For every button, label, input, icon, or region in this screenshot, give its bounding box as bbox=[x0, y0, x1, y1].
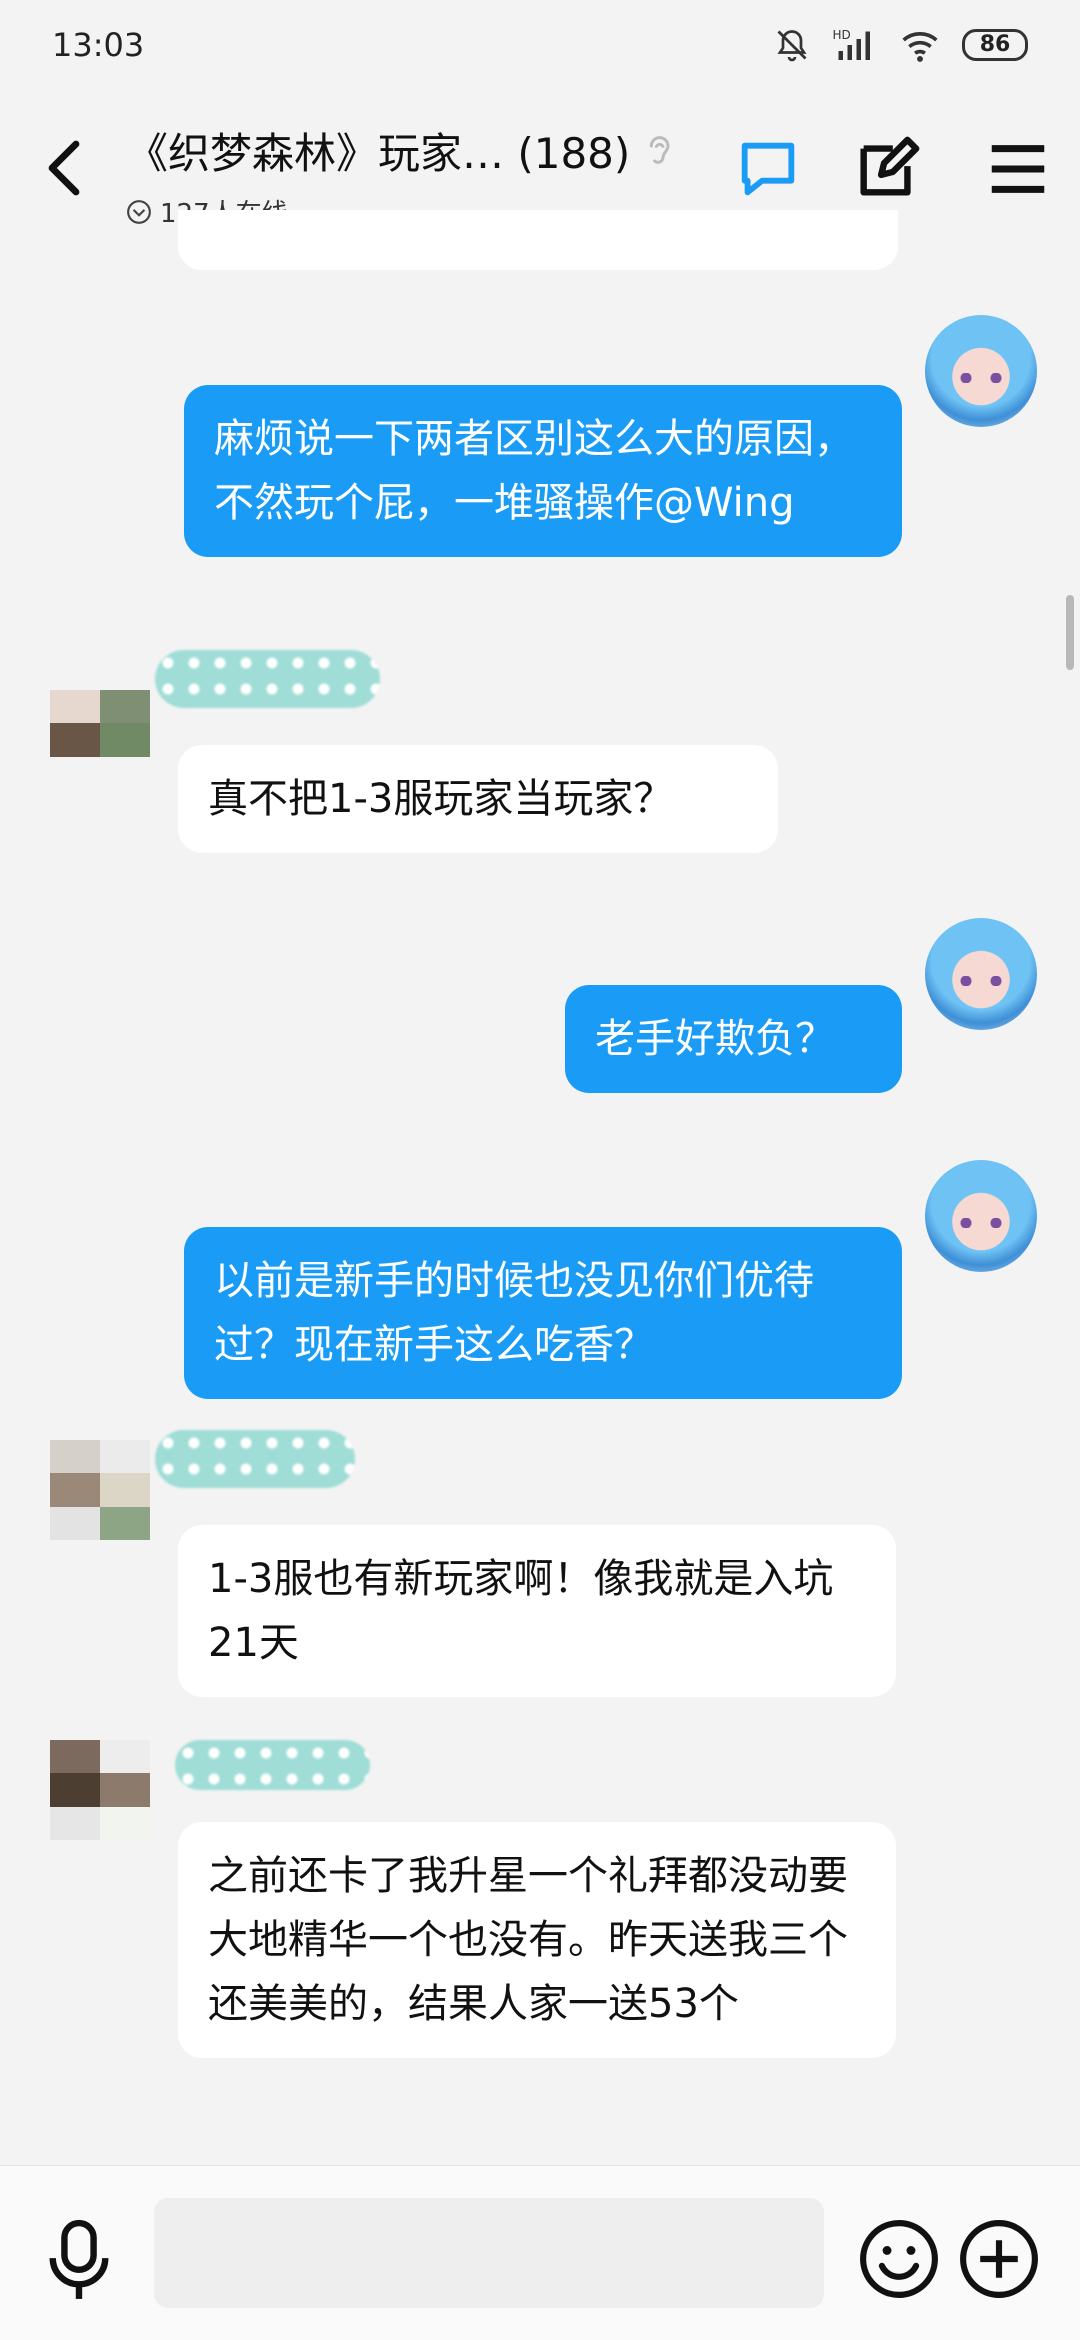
message-bubble[interactable]: 之前还卡了我升星一个礼拜都没动要大地精华一个也没有。昨天送我三个还美美的，结果人… bbox=[178, 1822, 896, 2058]
back-arrow-icon[interactable] bbox=[40, 138, 88, 198]
microphone-icon[interactable] bbox=[44, 2216, 114, 2306]
message-bubble[interactable]: 真不把1-3服玩家当玩家？ bbox=[178, 745, 778, 853]
user-nickname[interactable] bbox=[155, 650, 380, 708]
emoji-icon[interactable] bbox=[858, 2218, 940, 2300]
user-nickname[interactable] bbox=[155, 1430, 355, 1488]
scrollbar[interactable] bbox=[1066, 595, 1074, 670]
ear-icon[interactable] bbox=[638, 131, 678, 171]
online-dropdown-icon bbox=[127, 199, 151, 224]
menu-icon[interactable] bbox=[983, 134, 1053, 204]
status-time: 13:03 bbox=[52, 26, 145, 64]
status-bar: 13:03 HD 86 bbox=[0, 0, 1080, 90]
input-bar bbox=[0, 2165, 1080, 2340]
plus-icon[interactable] bbox=[958, 2218, 1040, 2300]
group-title: 《织梦森林》玩家… (188) bbox=[126, 129, 631, 178]
message-feed[interactable]: 麻烦说一下两者区别这么大的原因，不然玩个屁，一堆骚操作@Wing 真不把1-3服… bbox=[0, 210, 1080, 2165]
user-avatar[interactable] bbox=[50, 690, 150, 790]
user-nickname[interactable] bbox=[175, 1740, 370, 1790]
status-icons: HD 86 bbox=[774, 27, 1028, 63]
message-bubble[interactable]: 麻烦说一下两者区别这么大的原因，不然玩个屁，一堆骚操作@Wing bbox=[184, 385, 902, 557]
message-bubble[interactable]: 以前是新手的时候也没见你们优待过？现在新手这么吃香？ bbox=[184, 1227, 902, 1399]
message-input[interactable] bbox=[154, 2198, 824, 2308]
my-avatar[interactable] bbox=[925, 315, 1037, 427]
wifi-icon bbox=[902, 32, 938, 62]
chat-bubble-icon[interactable] bbox=[733, 134, 803, 204]
user-avatar[interactable] bbox=[50, 1740, 150, 1840]
message-bubble[interactable]: 老手好欺负？ bbox=[565, 985, 902, 1093]
partial-message-bubble bbox=[178, 210, 898, 270]
user-avatar[interactable] bbox=[50, 1440, 150, 1540]
edit-note-icon[interactable] bbox=[852, 134, 922, 204]
message-bubble[interactable]: 1-3服也有新玩家啊！像我就是入坑21天 bbox=[178, 1525, 896, 1697]
mute-bell-icon bbox=[777, 30, 807, 62]
battery-icon: 86 bbox=[962, 29, 1028, 61]
hd-signal-icon: HD bbox=[833, 28, 870, 60]
my-avatar[interactable] bbox=[925, 918, 1037, 1030]
svg-text:HD: HD bbox=[833, 28, 851, 42]
my-avatar[interactable] bbox=[925, 1160, 1037, 1272]
